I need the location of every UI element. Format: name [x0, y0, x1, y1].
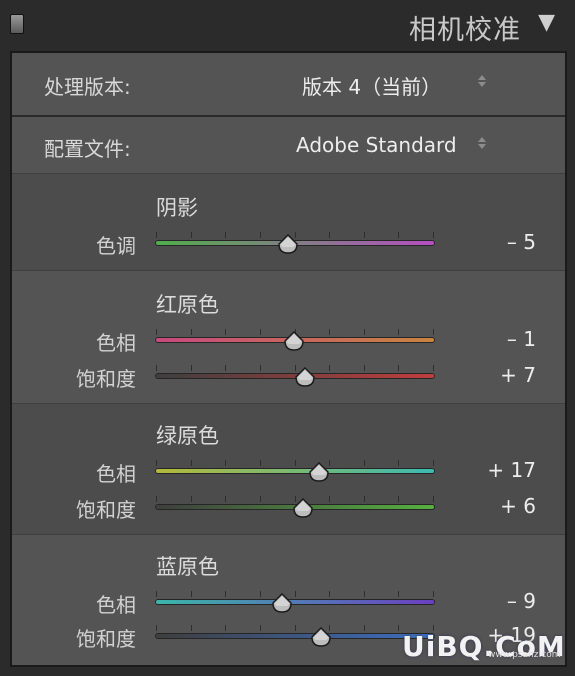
panel-title: 相机校准	[409, 15, 521, 46]
process-version-label: 处理版本:	[44, 75, 131, 99]
red-hue-slider[interactable]	[156, 325, 434, 355]
blue-saturation-slider[interactable]	[156, 621, 434, 651]
slider-thumb[interactable]	[277, 234, 299, 254]
profile-spinner-icon[interactable]	[478, 137, 488, 149]
slider-track[interactable]	[156, 634, 434, 638]
slider-value[interactable]: + 17	[466, 458, 536, 482]
slider-value[interactable]: – 9	[466, 589, 536, 613]
slider-thumb[interactable]	[310, 627, 332, 647]
slider-value[interactable]: + 6	[466, 494, 536, 518]
process-version-spinner-icon[interactable]	[478, 75, 488, 87]
green-primary-group: 绿原色 色相 + 17 饱和度 + 6	[12, 404, 565, 534]
red-saturation-slider[interactable]	[156, 361, 434, 391]
blue-hue-slider[interactable]	[156, 587, 434, 617]
group-title-green-primary: 绿原色	[156, 424, 219, 448]
group-title-red-primary: 红原色	[156, 293, 219, 317]
slider-track[interactable]	[156, 600, 434, 604]
slider-label: 色相	[96, 331, 136, 355]
profile-row: 配置文件: Adobe Standard	[12, 117, 565, 173]
slider-label: 饱和度	[76, 367, 136, 391]
panel-header[interactable]: 相机校准 ▼	[0, 0, 575, 50]
slider-value[interactable]: – 1	[466, 327, 536, 351]
slider-thumb[interactable]	[283, 331, 305, 351]
group-title-shadows: 阴影	[156, 196, 198, 220]
slider-value[interactable]: – 5	[466, 230, 536, 254]
slider-ticks	[156, 625, 434, 631]
slider-track[interactable]	[156, 469, 434, 473]
process-version-select[interactable]: 版本 4（当前）	[302, 71, 441, 100]
red-primary-group: 红原色 色相 – 1 饱和度 + 7	[12, 271, 565, 403]
slider-value[interactable]: + 7	[466, 363, 536, 387]
slider-thumb[interactable]	[294, 367, 316, 387]
shadows-group: 阴影 色调 – 5	[12, 174, 565, 270]
slider-ticks	[156, 460, 434, 466]
green-hue-slider[interactable]	[156, 456, 434, 486]
group-title-blue-primary: 蓝原色	[156, 555, 219, 579]
slider-label: 色相	[96, 462, 136, 486]
slider-label: 饱和度	[76, 627, 136, 651]
profile-select[interactable]: Adobe Standard	[296, 133, 457, 157]
slider-label: 饱和度	[76, 498, 136, 522]
shadows-tint-slider[interactable]	[156, 228, 434, 258]
green-saturation-slider[interactable]	[156, 492, 434, 522]
process-version-row: 处理版本: 版本 4（当前）	[12, 53, 565, 115]
slider-thumb[interactable]	[292, 498, 314, 518]
slider-thumb[interactable]	[308, 462, 330, 482]
collapse-triangle-icon[interactable]: ▼	[538, 10, 555, 35]
slider-thumb[interactable]	[271, 593, 293, 613]
slider-ticks	[156, 591, 434, 597]
watermark-url: www.psahz.com	[488, 650, 561, 660]
slider-label: 色相	[96, 593, 136, 617]
panel-toggle-switch[interactable]	[10, 14, 24, 34]
profile-label: 配置文件:	[44, 137, 131, 161]
camera-calibration-panel: 处理版本: 版本 4（当前） 配置文件: Adobe Standard 阴影 色…	[10, 51, 567, 667]
slider-label: 色调	[96, 234, 136, 258]
